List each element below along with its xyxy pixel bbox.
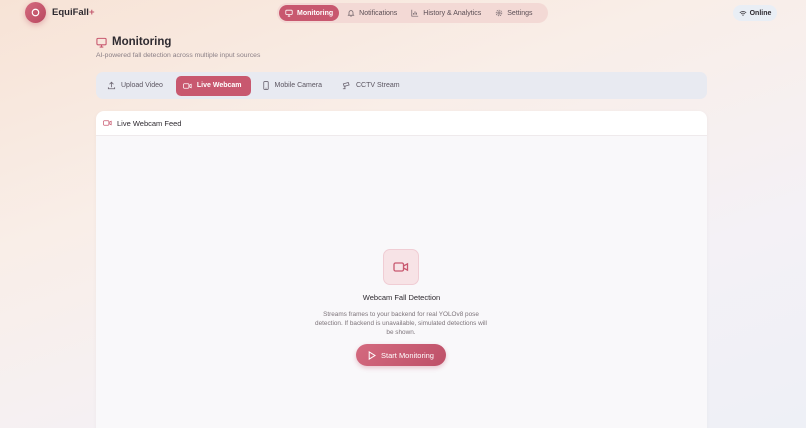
brand-text: EquiFall [52, 7, 89, 18]
nav-item-history[interactable]: History & Analytics [405, 5, 487, 21]
wifi-icon [739, 10, 747, 16]
webcam-feed-card: Live Webcam Feed Webcam Fall Detection S… [96, 111, 707, 428]
page-heading: Monitoring [112, 36, 172, 48]
logo-icon[interactable] [25, 2, 46, 23]
nav-label: Monitoring [297, 9, 334, 17]
video-preview-area: Webcam Fall Detection Streams frames to … [96, 136, 707, 428]
status-text: Online [749, 9, 772, 17]
monitor-icon [285, 9, 293, 17]
card-title: Live Webcam Feed [117, 118, 182, 128]
video-icon [183, 82, 192, 89]
cctv-icon [342, 81, 350, 90]
camera-placeholder [383, 249, 419, 285]
detection-description: Streams frames to your backend for real … [315, 311, 487, 336]
tab-label: Upload Video [121, 82, 163, 89]
tab-cctv-stream[interactable]: CCTV Stream [335, 76, 409, 96]
page-subtitle: AI-powered fall detection across multipl… [96, 52, 261, 59]
detection-title: Webcam Fall Detection [362, 293, 441, 302]
status-badge: Online [733, 5, 777, 21]
main-nav: Monitoring Notifications History & Analy… [277, 3, 548, 23]
page-title: Monitoring [96, 36, 171, 48]
nav-label: Notifications [359, 9, 398, 17]
chart-icon [411, 9, 419, 17]
play-icon [368, 350, 376, 360]
nav-item-notifications[interactable]: Notifications [341, 5, 403, 21]
nav-item-monitoring[interactable]: Monitoring [279, 5, 340, 21]
tab-upload-video[interactable]: Upload Video [100, 76, 172, 96]
tab-live-webcam[interactable]: Live Webcam [175, 75, 251, 96]
tab-label: CCTV Stream [356, 82, 400, 89]
tab-label: Mobile Camera [274, 82, 322, 89]
nav-label: Settings [507, 9, 533, 17]
upload-icon [107, 81, 116, 90]
top-bar: EquiFall+ Monitoring Notifications Histo… [0, 0, 806, 28]
tab-label: Live Webcam [196, 82, 242, 89]
brand-name: EquiFall+ [52, 7, 95, 18]
start-label: Start Monitoring [381, 350, 434, 360]
card-header: Live Webcam Feed [96, 111, 707, 136]
source-tabs: Upload Video Live Webcam Mobile Camera C… [96, 72, 707, 99]
monitor-icon [96, 37, 107, 48]
nav-item-settings[interactable]: Settings [489, 5, 538, 21]
brand-suffix: + [88, 7, 95, 18]
bell-icon [347, 10, 355, 17]
phone-icon [262, 81, 269, 90]
nav-label: History & Analytics [423, 9, 482, 17]
start-monitoring-button[interactable]: Start Monitoring [356, 344, 446, 366]
gear-icon [496, 9, 503, 17]
video-icon [393, 262, 409, 272]
video-icon [103, 120, 112, 126]
tab-mobile-camera[interactable]: Mobile Camera [255, 76, 331, 96]
